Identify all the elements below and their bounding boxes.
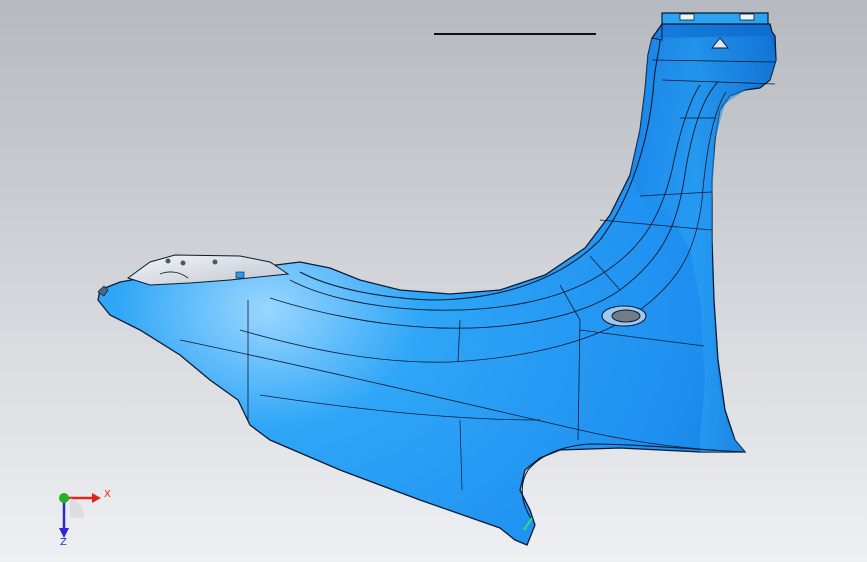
triad-x-label: X — [104, 489, 111, 500]
triad-z-label: Z — [60, 537, 67, 548]
grommet-inner — [611, 309, 641, 323]
bracket-hole-1 — [165, 258, 171, 264]
graphics-viewport[interactable]: X Z — [0, 0, 867, 562]
viewport-canvas[interactable]: X Z — [0, 0, 867, 562]
flange-tab-right — [739, 13, 755, 21]
flange-tab-left — [679, 13, 695, 21]
triad-y-axis-dot — [59, 493, 69, 503]
bracket-clip — [235, 271, 245, 279]
bracket-hole-2 — [180, 260, 186, 266]
bracket-hole-3 — [212, 259, 218, 265]
